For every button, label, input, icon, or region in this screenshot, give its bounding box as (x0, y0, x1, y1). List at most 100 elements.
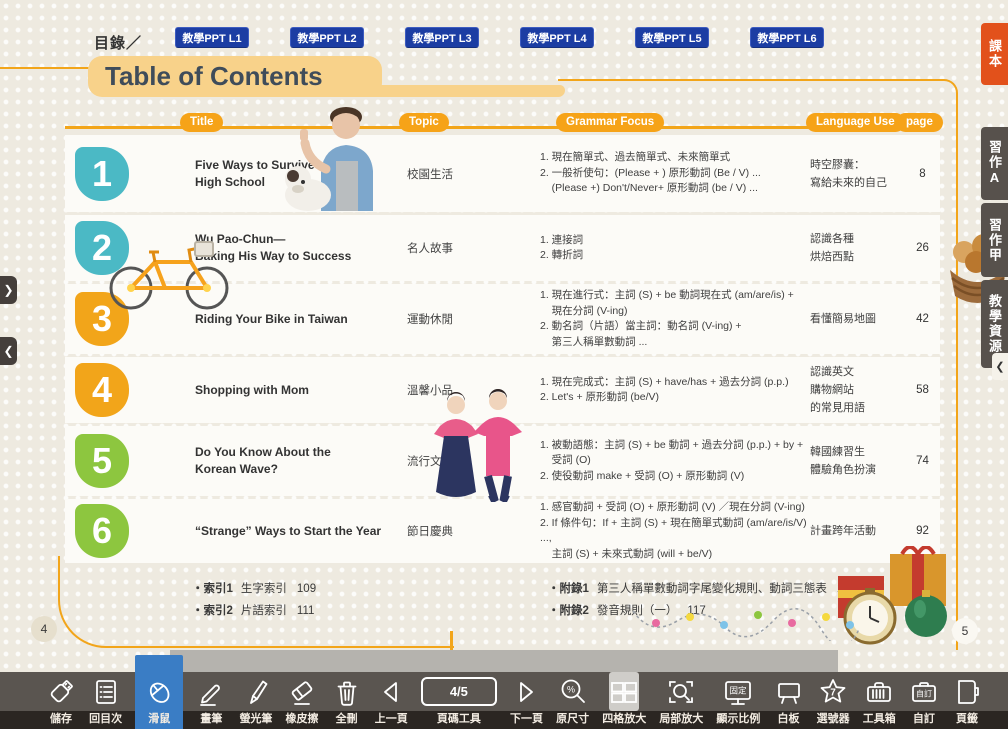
toolbar-next-page-button[interactable]: 下一頁 (510, 672, 543, 729)
toolbar-delete-all-button[interactable]: 全刪 (332, 672, 362, 729)
toolbar-eraser-button[interactable]: 橡皮擦 (286, 672, 319, 729)
svg-text:自訂: 自訂 (916, 688, 932, 698)
string-lights-doodle (628, 593, 863, 641)
prev-page-icon (376, 672, 406, 711)
lesson-language-use: 時空膠囊： 寫給未來的自己 (810, 156, 905, 192)
flip-next-button[interactable]: ❯ (0, 276, 17, 304)
page-number-left: 4 (31, 616, 57, 642)
photo-student-and-dog (276, 99, 414, 211)
lesson-topic: 運動休閒 (395, 311, 495, 327)
toolbar-back-to-toc-button[interactable]: 回目次 (89, 672, 122, 729)
toc-label: 目錄／ (94, 32, 142, 53)
lesson-page: 92 (905, 525, 940, 537)
photo-orange-bicycle (103, 228, 238, 313)
toolbar-toolbox-button[interactable]: 工具箱 (863, 672, 896, 729)
lesson-page: 74 (905, 455, 940, 467)
ppt-button-l4[interactable]: 教學PPT L4 (520, 27, 594, 48)
quad-zoom-icon (609, 672, 639, 711)
index-list: ・索引1生字索引109 ・索引2片語索引111 (192, 578, 316, 622)
lesson-title: Shopping with Mom (195, 382, 395, 399)
lesson-page: 42 (905, 313, 940, 325)
whiteboard-icon (774, 672, 804, 711)
toolbar-mouse-button[interactable]: 滑鼠 (135, 655, 183, 729)
toolbar-page-number-tool[interactable]: 4/5 頁碼工具 (421, 672, 497, 729)
lesson-grammar: 1. 感官動詞 + 受詞 (O) + 原形動詞 (V) ／現在分詞 (V-ing… (540, 500, 810, 562)
ppt-button-l3[interactable]: 教學PPT L3 (405, 27, 479, 48)
page-shadow-bar (170, 650, 838, 673)
toolbox-icon (864, 672, 894, 711)
page-number-box: 4/5 (421, 672, 497, 711)
number-picker-icon: 7 (818, 672, 848, 711)
side-tab-workbook-a[interactable]: 習作A (981, 127, 1008, 200)
col-header-grammar: Grammar Focus (556, 113, 664, 132)
display-ratio-icon: 固定 (723, 672, 753, 711)
toolbar-area-zoom-button[interactable]: 局部放大 (659, 672, 703, 729)
lesson-page: 26 (905, 242, 940, 254)
toolbar-whiteboard-button[interactable]: 白板 (774, 672, 804, 729)
lesson-row-6[interactable]: 6 “Strange” Ways to Start the Year 節日慶典 … (65, 499, 940, 563)
lesson-grammar: 1. 現在完成式：主詞 (S) + have/has + 過去分詞 (p.p.)… (540, 375, 810, 406)
highlighter-icon (241, 672, 271, 711)
toolbar-save-button[interactable]: 儲存 (46, 672, 76, 729)
ppt-button-l6[interactable]: 教學PPT L6 (750, 27, 824, 48)
col-header-language: Language Use (806, 113, 905, 132)
lesson-title: Riding Your Bike in Taiwan (195, 311, 395, 328)
lesson-grammar: 1. 連接詞 2. 轉折詞 (540, 233, 810, 264)
toolbar-quad-zoom-button[interactable]: 四格放大 (602, 672, 646, 729)
eraser-icon (287, 672, 317, 711)
svg-text:%: % (567, 684, 575, 694)
toolbar-display-ratio-button[interactable]: 固定 顯示比例 (716, 672, 760, 729)
index-item-2: ・索引2片語索引111 (192, 600, 316, 622)
lesson-page: 58 (905, 384, 940, 396)
toolbar-prev-page-button[interactable]: 上一頁 (375, 672, 408, 729)
ppt-button-l2[interactable]: 教學PPT L2 (290, 27, 364, 48)
trash-icon (332, 672, 362, 711)
col-header-title: Title (180, 113, 223, 132)
lesson-grammar: 1. 被動語態：主詞 (S) + be 動詞 + 過去分詞 (p.p.) + b… (540, 438, 810, 485)
svg-text:固定: 固定 (730, 685, 748, 695)
lesson-language-use: 認識各種 烘焙西點 (810, 230, 905, 266)
lesson-language-use: 看懂簡易地圖 (810, 310, 905, 328)
lesson-number-badge: 5 (75, 434, 129, 488)
pen-icon (196, 672, 226, 711)
toc-title-banner: Table of Contents (88, 56, 382, 97)
flip-prev-button[interactable]: ❮ (0, 337, 17, 365)
mouse-icon (144, 672, 174, 711)
lesson-title: “Strange” Ways to Start the Year (195, 523, 395, 540)
ppt-button-l5[interactable]: 教學PPT L5 (635, 27, 709, 48)
toolbar-pen-button[interactable]: 畫筆 (196, 672, 226, 729)
lesson-number-badge: 4 (75, 363, 129, 417)
toolbar-original-size-button[interactable]: % 原尺寸 (556, 672, 589, 729)
toolbar-custom-button[interactable]: 自訂 自訂 (909, 672, 939, 729)
lesson-grammar: 1. 現在進行式：主詞 (S) + be 動詞現在式 (am/are/is) +… (540, 288, 810, 350)
lesson-number-badge: 6 (75, 504, 129, 558)
lesson-language-use: 認識英文 購物網站 的常見用語 (810, 363, 905, 417)
ebook-reader-screen: 目錄／ 教學PPT L1 教學PPT L2 教學PPT L3 教學PPT L4 … (0, 0, 1008, 729)
lesson-topic: 節日慶典 (395, 523, 495, 539)
ppt-button-row: 教學PPT L1 教學PPT L2 教學PPT L3 教學PPT L4 教學PP… (175, 27, 824, 48)
photo-hanbok-couple (426, 388, 530, 502)
custom-icon: 自訂 (909, 672, 939, 711)
lesson-row-1[interactable]: 1 Five Ways to Survive High School 校園生活 … (65, 135, 940, 212)
side-tab-workbook-jia[interactable]: 習作甲 (981, 203, 1008, 277)
side-tab-textbook[interactable]: 課本 (981, 23, 1008, 85)
toc-banner-tail (360, 85, 565, 97)
next-page-icon (511, 672, 541, 711)
page-tab-icon (952, 672, 982, 711)
toolbar-number-picker-button[interactable]: 7 選號器 (817, 672, 850, 729)
area-zoom-icon (666, 672, 696, 711)
toolbar-highlighter-button[interactable]: 螢光筆 (239, 672, 272, 729)
page-indicator[interactable]: 4/5 (421, 677, 497, 706)
lesson-title: Do You Know About the Korean Wave? (195, 444, 395, 478)
toolbar-page-tab-button[interactable]: 頁籤 (952, 672, 982, 729)
lesson-grammar: 1. 現在簡單式、過去簡單式、未來簡單式 2. 一般祈使句：(Please + … (540, 150, 810, 197)
ppt-button-l1[interactable]: 教學PPT L1 (175, 27, 249, 48)
lesson-topic: 名人故事 (395, 240, 495, 256)
toolbar: 儲存 回目次 滑鼠 (0, 672, 1008, 729)
page-title: Table of Contents (105, 61, 323, 92)
zoom-original-icon: % (558, 672, 588, 711)
svg-text:7: 7 (830, 687, 836, 698)
toc-icon (91, 672, 121, 711)
collapse-tabs-button[interactable]: ❮ (992, 353, 1008, 380)
lesson-page: 8 (905, 168, 940, 180)
